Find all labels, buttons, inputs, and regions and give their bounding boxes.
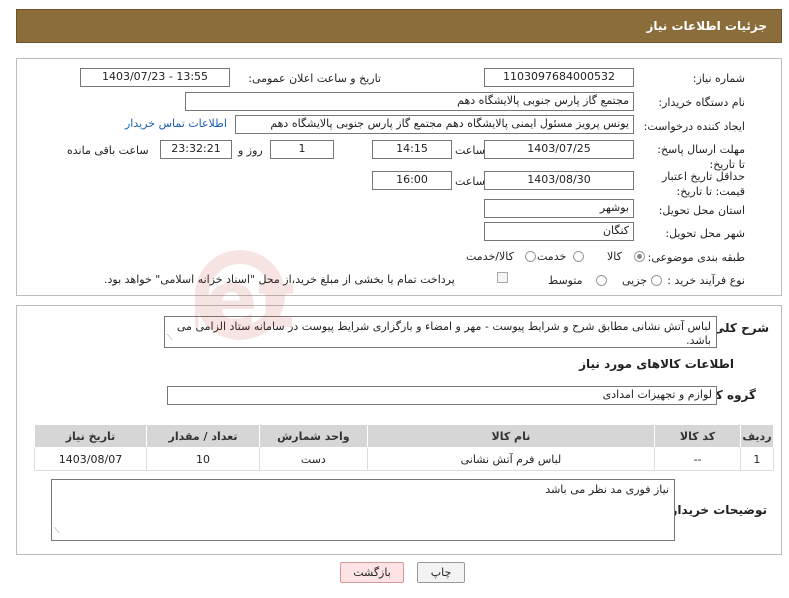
buyer-notes-label: توضیحات خریدار: <box>665 503 767 517</box>
col-need-date: تاریخ نیاز <box>33 424 148 448</box>
goods-table: ردیف کد کالا نام کالا واحد شمارش تعداد /… <box>33 424 775 471</box>
col-item-name: نام کالا <box>366 424 656 448</box>
need-number-label: شماره نیاز: <box>692 72 745 85</box>
days-field: 1 <box>270 140 334 159</box>
buyer-notes-text: نیاز فوری مد نظر می باشد <box>545 483 669 496</box>
announce-field: 1403/07/23 - 13:55 <box>80 68 230 87</box>
goods-group-field: لوازم و تجهیزات امدادی <box>167 386 717 405</box>
treasury-payment-checkbox[interactable] <box>497 272 508 283</box>
validity-date-field: 1403/08/30 <box>484 171 634 190</box>
payment-note: پرداخت تمام یا بخشی از مبلغ خرید،از محل … <box>104 273 455 286</box>
contact-buyer-link[interactable]: اطلاعات تماس خریدار <box>125 117 227 130</box>
city-field: کنگان <box>484 222 634 241</box>
table-row: 1 -- لباس فرم آتش نشانی دست 10 1403/08/0… <box>33 447 775 471</box>
buyer-notes-textarea[interactable]: نیاز فوری مد نظر می باشد ⟋ <box>51 479 675 541</box>
remaining-time-field: 23:32:21 <box>160 140 232 159</box>
price-validity-label: حداقل تاریخ اعتبار قیمت: تا تاریخ: <box>661 170 745 198</box>
col-unit: واحد شمارش <box>259 424 368 448</box>
category-option-goods: کالا <box>607 250 622 263</box>
col-item-code: کد کالا <box>654 424 741 448</box>
purchase-type-label: نوع فرآیند خرید : <box>667 274 745 287</box>
cell-quantity: 10 <box>146 447 261 471</box>
purchase-radio-minor[interactable] <box>651 275 662 286</box>
page: جزئیات اطلاعات نیاز شماره نیاز: 11030976… <box>0 0 789 598</box>
days-label: روز و <box>238 144 263 157</box>
goods-section-title: اطلاعات کالاهای مورد نیاز <box>579 357 734 371</box>
cell-need-date: 1403/08/07 <box>33 447 148 471</box>
category-radio-goods-service[interactable] <box>525 251 536 262</box>
header-bar: جزئیات اطلاعات نیاز <box>16 9 782 43</box>
category-label: طبقه بندی موضوعی: <box>647 251 745 264</box>
reply-date-field: 1403/07/25 <box>484 140 634 159</box>
description-text: لباس آتش نشانی مطابق شرح و شرایط پیوست -… <box>176 320 711 347</box>
city-label: شهر محل تحویل: <box>665 227 745 240</box>
requester-label: ایجاد کننده درخواست: <box>643 120 745 133</box>
remaining-label: ساعت باقی مانده <box>67 144 149 157</box>
reply-time-label: ساعت <box>455 144 485 157</box>
table-header-row: ردیف کد کالا نام کالا واحد شمارش تعداد /… <box>33 424 775 448</box>
purchase-radio-medium[interactable] <box>596 275 607 286</box>
cell-item-name: لباس فرم آتش نشانی <box>366 447 656 471</box>
reply-time-field: 14:15 <box>372 140 452 159</box>
reply-deadline-label: مهلت ارسال پاسخ: تا تاریخ: <box>657 143 745 171</box>
buyer-org-field: مجتمع گاز پارس جنوبی پالایشگاه دهم <box>185 92 634 111</box>
resize-grip-icon: ⟋ <box>54 526 60 535</box>
col-quantity: تعداد / مقدار <box>146 424 261 448</box>
category-option-goods-service: کالا/خدمت <box>466 250 514 263</box>
resize-grip-icon: ⟋ <box>167 333 173 342</box>
print-button[interactable]: چاپ <box>417 562 465 583</box>
province-label: استان محل تحویل: <box>658 204 745 217</box>
buyer-org-label: نام دستگاه خریدار: <box>658 96 745 109</box>
purchase-option-minor: جزیی <box>622 274 648 287</box>
cell-item-code: -- <box>654 447 741 471</box>
category-radio-goods[interactable] <box>634 251 645 262</box>
col-row-number: ردیف <box>739 424 775 448</box>
cell-unit: دست <box>259 447 368 471</box>
back-button[interactable]: بازگشت <box>340 562 404 583</box>
announce-label: تاریخ و ساعت اعلان عمومی: <box>248 72 381 85</box>
cell-row-number: 1 <box>739 447 775 471</box>
requester-field: یونس پرویز مسئول ایمنی پالایشگاه دهم مجت… <box>235 115 634 134</box>
page-title: جزئیات اطلاعات نیاز <box>646 19 767 33</box>
category-option-service: خدمت <box>537 250 567 263</box>
province-field: بوشهر <box>484 199 634 218</box>
description-textarea[interactable]: لباس آتش نشانی مطابق شرح و شرایط پیوست -… <box>164 316 717 348</box>
validity-time-field: 16:00 <box>372 171 452 190</box>
category-radio-service[interactable] <box>573 251 584 262</box>
purchase-option-medium: متوسط <box>548 274 583 287</box>
validity-time-label: ساعت <box>455 175 485 188</box>
need-number-field: 1103097684000532 <box>484 68 634 87</box>
